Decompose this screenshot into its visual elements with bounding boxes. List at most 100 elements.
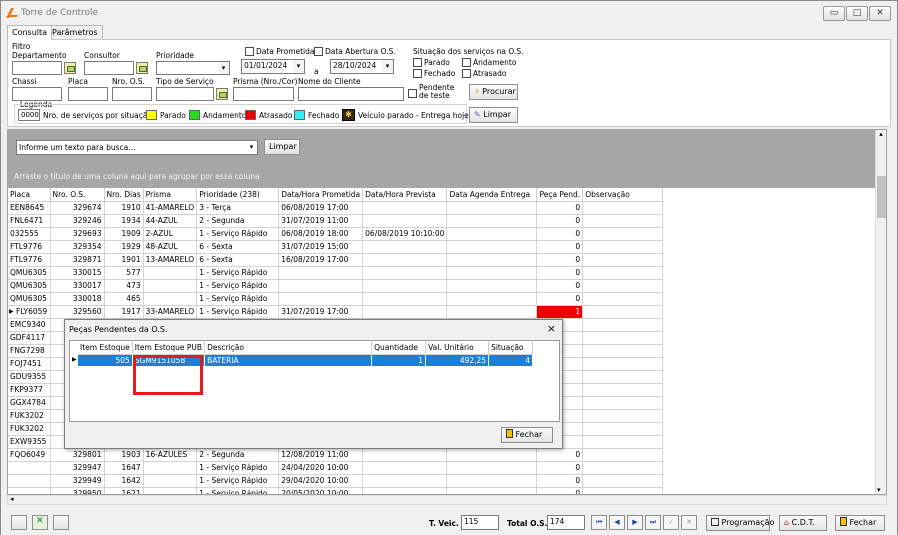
column-header[interactable]: Peça Pend. [536, 188, 584, 202]
vertical-scrollbar[interactable]: ▴ ▾ [875, 130, 886, 494]
export-icon[interactable] [11, 515, 27, 530]
table-row[interactable]: FQO6049 329801 1903 16-AZULES 2 - Segunda 12/… [8, 448, 664, 462]
horizontal-scrollbar[interactable]: ◂ [7, 495, 887, 505]
table-cell: 31/07/2019 17:00 [278, 305, 364, 319]
exit-door-icon [840, 517, 847, 526]
prioridade-dropdown-icon[interactable]: ▾ [218, 62, 229, 74]
table-cell [8, 474, 51, 488]
dialog-column-header[interactable]: Val. Unitário [425, 341, 490, 355]
eraser-icon: ✎ [474, 110, 481, 119]
fechado-checkbox[interactable] [413, 69, 422, 78]
table-row[interactable]: FLY6059 ▶ 329560 1917 33-AMARELO 1 - Serviço … [8, 305, 664, 319]
parado-checkbox[interactable] [413, 58, 422, 67]
column-header[interactable]: Prioridade (238) [196, 188, 280, 202]
dialog-table-cell: 505 [78, 354, 133, 366]
pendente-teste-checkbox[interactable] [408, 89, 417, 98]
column-header[interactable]: Data/Hora Prometida [278, 188, 364, 202]
table-cell [278, 266, 364, 280]
table-row[interactable]: 032555 329693 1909 2-AZUL 1 - Serviço Rápido… [8, 227, 664, 241]
table-cell [143, 279, 198, 293]
dialog-column-header[interactable]: Item Estoque PUB [132, 341, 206, 355]
table-row[interactable]: 329949 1642 1 - Serviço Rápido 29/04/2020 1… [8, 474, 664, 488]
minimize-button[interactable]: ▭ [823, 6, 845, 21]
nav-prev-icon[interactable]: ◀ [609, 515, 625, 530]
lightning-icon: ⚡ [474, 87, 480, 96]
window-title: Torre de Controle [21, 8, 99, 18]
table-row[interactable]: 329950 1621 1 - Serviço Rápido 20/05/2020 1… [8, 487, 664, 494]
data-abertura-checkbox[interactable] [314, 47, 323, 56]
column-header[interactable]: Prisma [143, 188, 198, 202]
dialog-column-header[interactable]: Descrição [204, 341, 373, 355]
table-cell [446, 474, 538, 488]
dialog-fechar-button[interactable]: Fechar [501, 427, 553, 443]
programacao-button[interactable]: Programação [706, 515, 774, 531]
nav-confirm-icon[interactable]: ✓ [663, 515, 679, 530]
cdt-button[interactable]: ⌂ C.D.T. [779, 515, 827, 531]
column-header[interactable]: Data/Hora Prevista [362, 188, 448, 202]
column-header[interactable]: Observação [582, 188, 664, 202]
table-row[interactable]: FTL9776 329871 1901 13-AMARELO 6 - Sexta 16/0… [8, 253, 664, 267]
table-row[interactable]: FNL6471 329246 1934 44-AZUL 2 - Segunda 31/07… [8, 214, 664, 228]
procurar-button[interactable]: ⚡ Procurar [469, 84, 518, 100]
table-cell: 032555 [8, 227, 51, 241]
placa-input[interactable] [68, 87, 108, 101]
table-cell [278, 292, 364, 306]
consultor-lookup-icon[interactable] [136, 62, 148, 74]
excel-icon[interactable]: ✕ [32, 515, 48, 530]
table-row[interactable]: QMU6305 330015 577 1 - Serviço Rápido 0 [8, 266, 664, 280]
column-header[interactable]: Nro. O.S. [50, 188, 105, 202]
andamento-checkbox[interactable] [462, 58, 471, 67]
scroll-left-icon[interactable]: ◂ [10, 495, 14, 503]
limpar-filters-button[interactable]: ✎ Limpar [469, 107, 518, 123]
chassi-input[interactable] [12, 87, 62, 101]
dialog-column-header[interactable]: Item Estoque [78, 341, 133, 355]
current-row-indicator-icon: ▶ [9, 307, 14, 315]
scroll-up-icon[interactable]: ▴ [876, 130, 886, 138]
scroll-thumb[interactable] [877, 176, 886, 218]
nro-os-input[interactable] [112, 87, 152, 101]
table-row[interactable]: 329947 1647 1 - Serviço Rápido 24/04/2020 1… [8, 461, 664, 475]
search-dropdown-icon[interactable]: ▾ [246, 141, 257, 153]
table-row[interactable]: QMU6305 330018 465 1 - Serviço Rápido 0 [8, 292, 664, 306]
table-row[interactable]: EEN8645 329674 1910 41-AMARELO 3 - Terça 06/0… [8, 201, 664, 215]
column-header[interactable]: Nro. Dias [104, 188, 144, 202]
search-clear-button[interactable]: Limpar [264, 139, 300, 155]
dialog-column-header[interactable]: Situação [488, 341, 534, 355]
search-input[interactable]: Informe um texto para busca... [16, 140, 258, 155]
table-row[interactable]: FTL9776 329354 1929 48-AZUL 6 - Sexta 31/07/2… [8, 240, 664, 254]
departamento-input[interactable] [12, 61, 62, 75]
tab-consulta[interactable]: Consulta [7, 25, 53, 40]
print-icon[interactable] [53, 515, 69, 530]
nav-cancel-icon[interactable]: ✕ [681, 515, 697, 530]
table-cell: 1621 [104, 487, 144, 494]
atrasado-checkbox[interactable] [462, 69, 471, 78]
dialog-close-icon[interactable]: × [547, 322, 556, 335]
nav-next-icon[interactable]: ▶ [627, 515, 643, 530]
departamento-lookup-icon[interactable] [64, 62, 76, 74]
nav-last-icon[interactable]: ⏭ [645, 515, 661, 530]
group-by-bar[interactable]: Informe um texto para busca... ▾ Limpar … [8, 130, 876, 188]
fechar-button[interactable]: Fechar [835, 515, 885, 531]
column-header[interactable]: Placa [8, 188, 51, 202]
close-button[interactable]: ✕ [869, 6, 891, 21]
table-cell: 577 [104, 266, 144, 280]
situacao-label: Situação dos serviços na O.S. [413, 47, 524, 56]
table-cell: 1 - Serviço Rápido [196, 487, 280, 494]
maximize-button[interactable]: □ [846, 6, 868, 21]
dialog-column-header[interactable]: Quantidade [371, 341, 427, 355]
legend-code-text: Nro. de serviços por situação [43, 111, 153, 120]
nome-cliente-input[interactable] [298, 87, 404, 101]
consultor-input[interactable] [84, 61, 134, 75]
nav-first-icon[interactable]: ⏮ [591, 515, 607, 530]
tipo-servico-input[interactable] [156, 87, 214, 101]
date-to-dropdown-icon[interactable]: ▾ [382, 60, 393, 72]
scroll-down-icon[interactable]: ▾ [877, 486, 881, 494]
date-from-dropdown-icon[interactable]: ▾ [293, 60, 304, 72]
table-row[interactable]: QMU6305 330017 473 1 - Serviço Rápido 0 [8, 279, 664, 293]
data-prometida-checkbox[interactable] [245, 47, 254, 56]
tipo-servico-lookup-icon[interactable] [216, 88, 228, 100]
table-cell: 1910 [104, 201, 144, 215]
tab-parametros[interactable]: Parâmetros [47, 25, 103, 39]
column-header[interactable]: Data Agenda Entrega [446, 188, 538, 202]
prisma-input[interactable] [233, 87, 294, 101]
